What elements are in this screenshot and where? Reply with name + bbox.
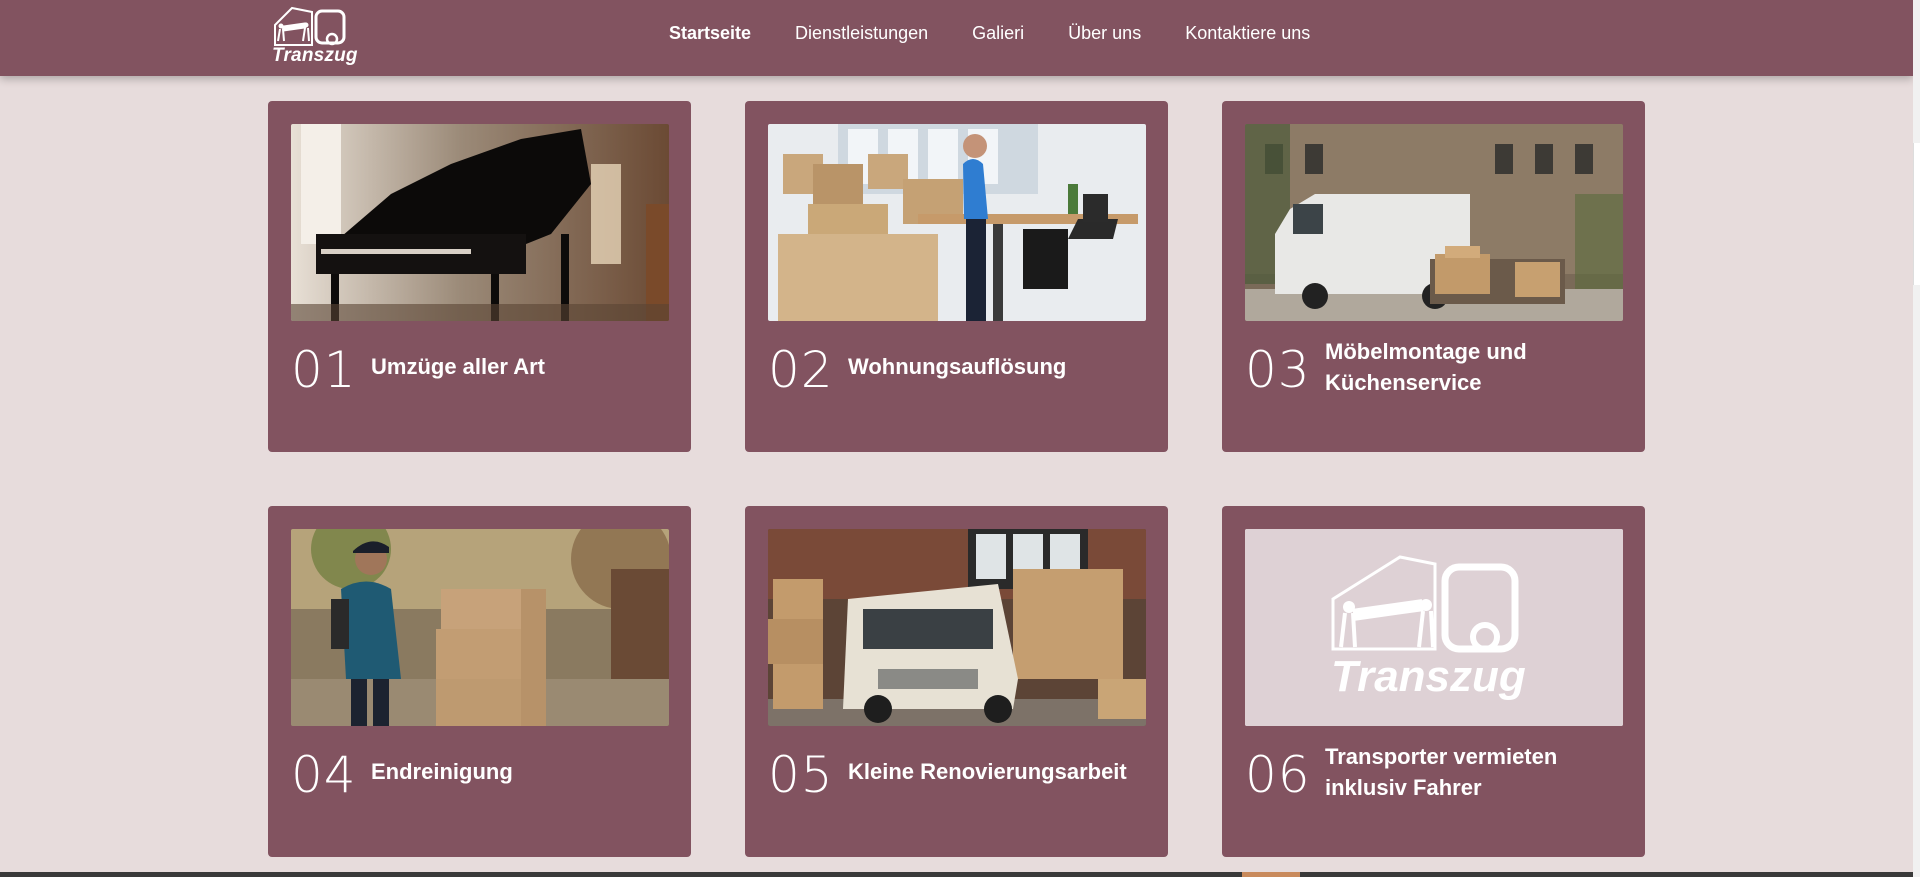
- grand-piano-image: [291, 124, 669, 321]
- main-nav: Startseite Dienstleistungen Galieri Über…: [669, 23, 1354, 44]
- card-title: Kleine Renovierungsarbeit: [848, 759, 1127, 784]
- card-number: 02: [768, 341, 834, 399]
- nav-startseite[interactable]: Startseite: [669, 23, 751, 44]
- scrollbar-thumb[interactable]: [1913, 143, 1920, 285]
- card-title: Umzüge aller Art: [371, 354, 546, 379]
- card-title: Möbelmontage und Küchenservice: [1325, 339, 1527, 395]
- nav-galieri[interactable]: Galieri: [972, 23, 1024, 44]
- taskbar-accent: [1242, 872, 1300, 877]
- card-title: Transporter vermieten inklusiv Fahrer: [1325, 744, 1558, 800]
- transzug-logo-image: Transzug: [1245, 529, 1623, 726]
- office-moving-image: [768, 124, 1146, 321]
- card-title: Endreinigung: [371, 759, 513, 784]
- service-card-4[interactable]: 04 Endreinigung: [268, 506, 691, 857]
- card-number: 06: [1245, 746, 1311, 804]
- logo-text: Transzug: [272, 45, 358, 66]
- service-card-2[interactable]: 02 Wohnungsauflösung: [745, 101, 1168, 452]
- scrollbar[interactable]: [1913, 0, 1920, 877]
- man-with-boxes-image: [291, 529, 669, 726]
- service-card-6[interactable]: Transzug 06 Transporter vermieten inklus…: [1222, 506, 1645, 857]
- white-van-image: [1245, 124, 1623, 321]
- card-number: 05: [768, 746, 834, 804]
- taskbar-strip: [0, 872, 1913, 877]
- service-card-5[interactable]: 05 Kleine Renovierungsarbeit: [745, 506, 1168, 857]
- site-header: Transzug Startseite Dienstleistungen Gal…: [0, 0, 1913, 76]
- truck-with-boxes-image: [768, 529, 1146, 726]
- nav-kontakt[interactable]: Kontaktiere uns: [1185, 23, 1310, 44]
- transzug-logo[interactable]: Transzug: [272, 5, 358, 69]
- nav-ueber-uns[interactable]: Über uns: [1068, 23, 1141, 44]
- card-title: Wohnungsauflösung: [848, 354, 1067, 379]
- service-card-1[interactable]: 01 Umzüge aller Art: [268, 101, 691, 452]
- svg-text:Transzug: Transzug: [1331, 652, 1526, 701]
- service-card-3[interactable]: 03 Möbelmontage und Küchenservice: [1222, 101, 1645, 452]
- movers-logo-icon: [274, 6, 346, 46]
- card-number: 01: [291, 341, 357, 399]
- nav-dienstleistungen[interactable]: Dienstleistungen: [795, 23, 928, 44]
- card-number: 03: [1245, 341, 1311, 399]
- card-number: 04: [291, 746, 357, 804]
